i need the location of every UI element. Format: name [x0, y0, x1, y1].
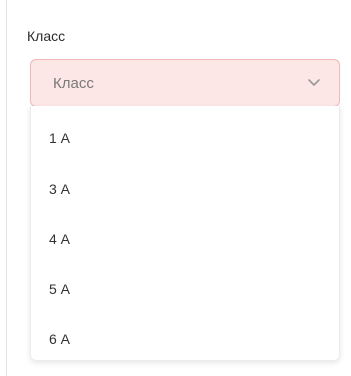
class-dropdown-list: 1 А 3 А 4 А 5 А 6 А — [30, 106, 340, 361]
class-field-label: Класс — [27, 28, 66, 44]
dropdown-option-4a[interactable]: 4 А — [31, 214, 339, 264]
class-select[interactable]: Класс — [30, 59, 340, 107]
dropdown-option-3a[interactable]: 3 А — [31, 164, 339, 214]
class-select-value: Класс — [53, 75, 94, 92]
chevron-down-icon — [308, 79, 320, 86]
dropdown-option-1a[interactable]: 1 А — [31, 113, 339, 163]
dropdown-option-5a[interactable]: 5 А — [31, 264, 339, 314]
dropdown-option-6a[interactable]: 6 А — [31, 314, 339, 364]
